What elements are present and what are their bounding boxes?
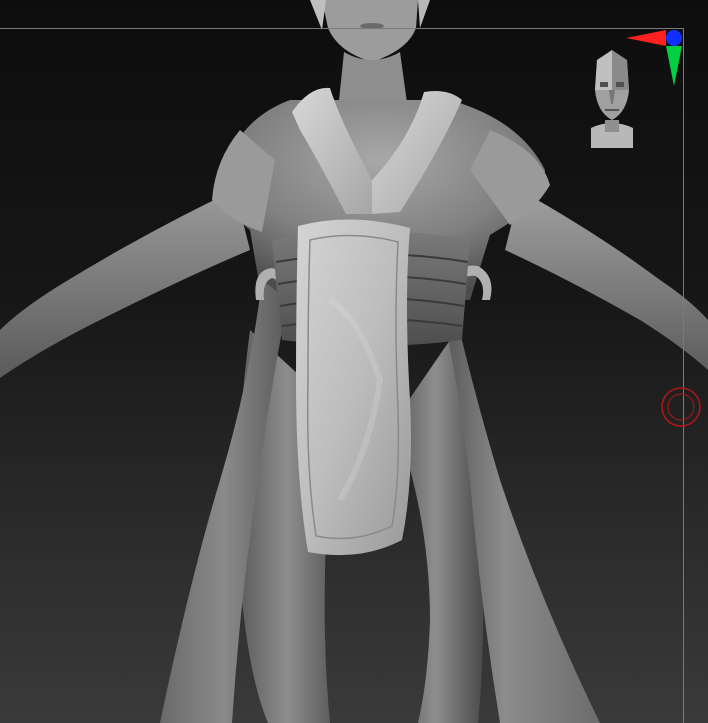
- viewport-guide-vertical: [683, 28, 684, 723]
- model-arm-right: [505, 190, 708, 370]
- model-arm-left: [0, 190, 250, 378]
- focal-point-icon[interactable]: [660, 386, 702, 428]
- viewport-guide-horizontal: [0, 28, 683, 29]
- model-head: [310, 0, 430, 62]
- z-axis-dot[interactable]: [666, 30, 682, 46]
- navigation-head-icon[interactable]: [583, 50, 641, 154]
- 3d-viewport[interactable]: [0, 0, 708, 723]
- y-axis-arrow[interactable]: [666, 46, 682, 86]
- x-axis-arrow[interactable]: [626, 30, 666, 46]
- model-apron: [296, 219, 411, 556]
